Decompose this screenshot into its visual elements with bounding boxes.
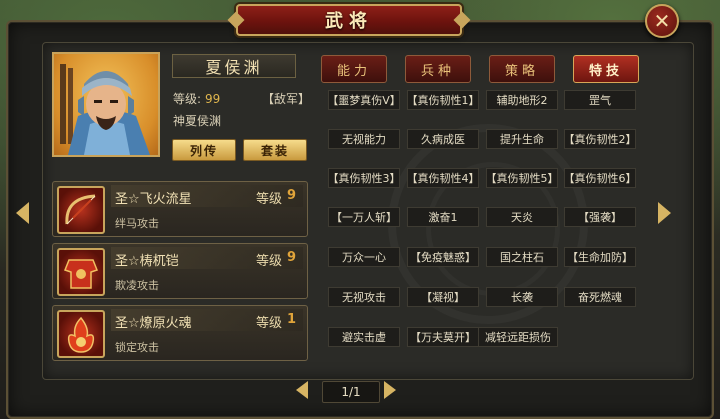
- level-label: 等级:: [173, 92, 202, 106]
- tab-strategy[interactable]: 策略: [489, 55, 555, 83]
- skill-item[interactable]: 国之柱石: [486, 247, 558, 267]
- close-button[interactable]: ✕: [645, 4, 679, 38]
- next-general-arrow-icon[interactable]: [658, 202, 671, 224]
- skill-item[interactable]: 提升生命: [486, 129, 558, 149]
- skill-item[interactable]: 【真伤韧性4】: [407, 168, 480, 188]
- bow-icon: [57, 186, 105, 234]
- skill-item[interactable]: 无视能力: [328, 129, 400, 149]
- skill-item[interactable]: 无视攻击: [328, 287, 400, 307]
- skill-item[interactable]: 【凝视】: [407, 287, 479, 307]
- equipment-level-label: 等级: [256, 254, 283, 269]
- skill-item[interactable]: 奋死燃魂: [564, 287, 636, 307]
- close-icon: ✕: [653, 9, 671, 33]
- skill-item[interactable]: 【真伤韧性2】: [564, 129, 637, 149]
- page-indicator: 1/1: [322, 381, 380, 403]
- skill-item[interactable]: 长袭: [486, 287, 558, 307]
- page-prev-arrow-icon[interactable]: [296, 381, 308, 399]
- biography-button[interactable]: 列传: [172, 139, 236, 161]
- skill-item[interactable]: 【真伤韧性1】: [407, 90, 480, 110]
- skill-item[interactable]: 久病成医: [407, 129, 479, 149]
- tab-ability[interactable]: 能力: [321, 55, 387, 83]
- equipment-effect: 绊马攻击: [115, 217, 159, 230]
- skill-item[interactable]: 激奋1: [407, 207, 479, 227]
- level-value: 99: [205, 92, 221, 106]
- skill-item[interactable]: 【一万人斩】: [328, 207, 400, 227]
- skill-item[interactable]: 【噩梦真伤Ⅴ】: [327, 90, 401, 110]
- equipment-card-accessory[interactable]: 圣☆燎原火魂 等级 1 锁定攻击: [52, 305, 308, 361]
- skill-item[interactable]: 【真伤韧性3】: [328, 168, 401, 188]
- tab-troop-type[interactable]: 兵种: [405, 55, 471, 83]
- warrior-portrait-icon: [60, 64, 150, 155]
- equipment-effect: 欺凌攻击: [115, 279, 159, 292]
- faction-badge: 【敌军】: [262, 92, 311, 106]
- tab-special-skill[interactable]: 特技: [573, 55, 639, 83]
- equipment-level-label: 等级: [256, 316, 283, 331]
- previous-general-arrow-icon[interactable]: [16, 202, 29, 224]
- armor-icon: [57, 248, 105, 296]
- skill-item[interactable]: 辅助地形2: [486, 90, 558, 110]
- equipment-set-button[interactable]: 套装: [243, 139, 307, 161]
- skill-item[interactable]: 罡气: [564, 90, 636, 110]
- fire-spirit-icon: [57, 310, 105, 358]
- equipment-card-armor[interactable]: 圣☆梼杌铠 等级 9 欺凌攻击: [52, 243, 308, 299]
- equipment-name: 圣☆燎原火魂: [115, 316, 192, 331]
- equipment-level-value: 1: [287, 312, 297, 327]
- skill-item[interactable]: 【真伤韧性5】: [486, 168, 559, 188]
- page-next-arrow-icon[interactable]: [384, 381, 396, 399]
- skill-item[interactable]: 天炎: [486, 207, 558, 227]
- skill-item[interactable]: 【强袭】: [564, 207, 636, 227]
- equipment-effect: 锁定攻击: [115, 341, 159, 354]
- skill-item[interactable]: 【生命加防】: [564, 247, 636, 267]
- general-subtitle: 神夏侯渊: [173, 114, 222, 128]
- skill-item[interactable]: 减轻远距损伤: [478, 327, 558, 347]
- equipment-level-label: 等级: [256, 192, 283, 207]
- equipment-name: 圣☆飞火流星: [115, 192, 192, 207]
- skill-item[interactable]: 【真伤韧性6】: [564, 168, 637, 188]
- skill-item[interactable]: 【万夫莫开】: [407, 327, 479, 347]
- skill-item[interactable]: 【免疫魅惑】: [407, 247, 479, 267]
- equipment-level-value: 9: [287, 250, 297, 265]
- skill-item[interactable]: 避实击虚: [328, 327, 400, 347]
- skill-item[interactable]: 万众一心: [328, 247, 400, 267]
- general-name: 夏侯渊: [205, 58, 263, 77]
- special-skills-grid: 【噩梦真伤Ⅴ】 【真伤韧性1】 辅助地形2 罡气 无视能力 久病成医 提升生命 …: [318, 84, 646, 356]
- equipment-card-weapon[interactable]: 圣☆飞火流星 等级 9 绊马攻击: [52, 181, 308, 237]
- general-name-plate: 夏侯渊: [172, 54, 296, 78]
- equipment-name: 圣☆梼杌铠: [115, 254, 179, 269]
- equipment-level-value: 9: [287, 188, 297, 203]
- title-plate: 武将: [236, 4, 462, 36]
- general-level: 等级: 99: [173, 90, 220, 107]
- window-title: 武将: [325, 11, 373, 32]
- general-portrait: [52, 52, 160, 157]
